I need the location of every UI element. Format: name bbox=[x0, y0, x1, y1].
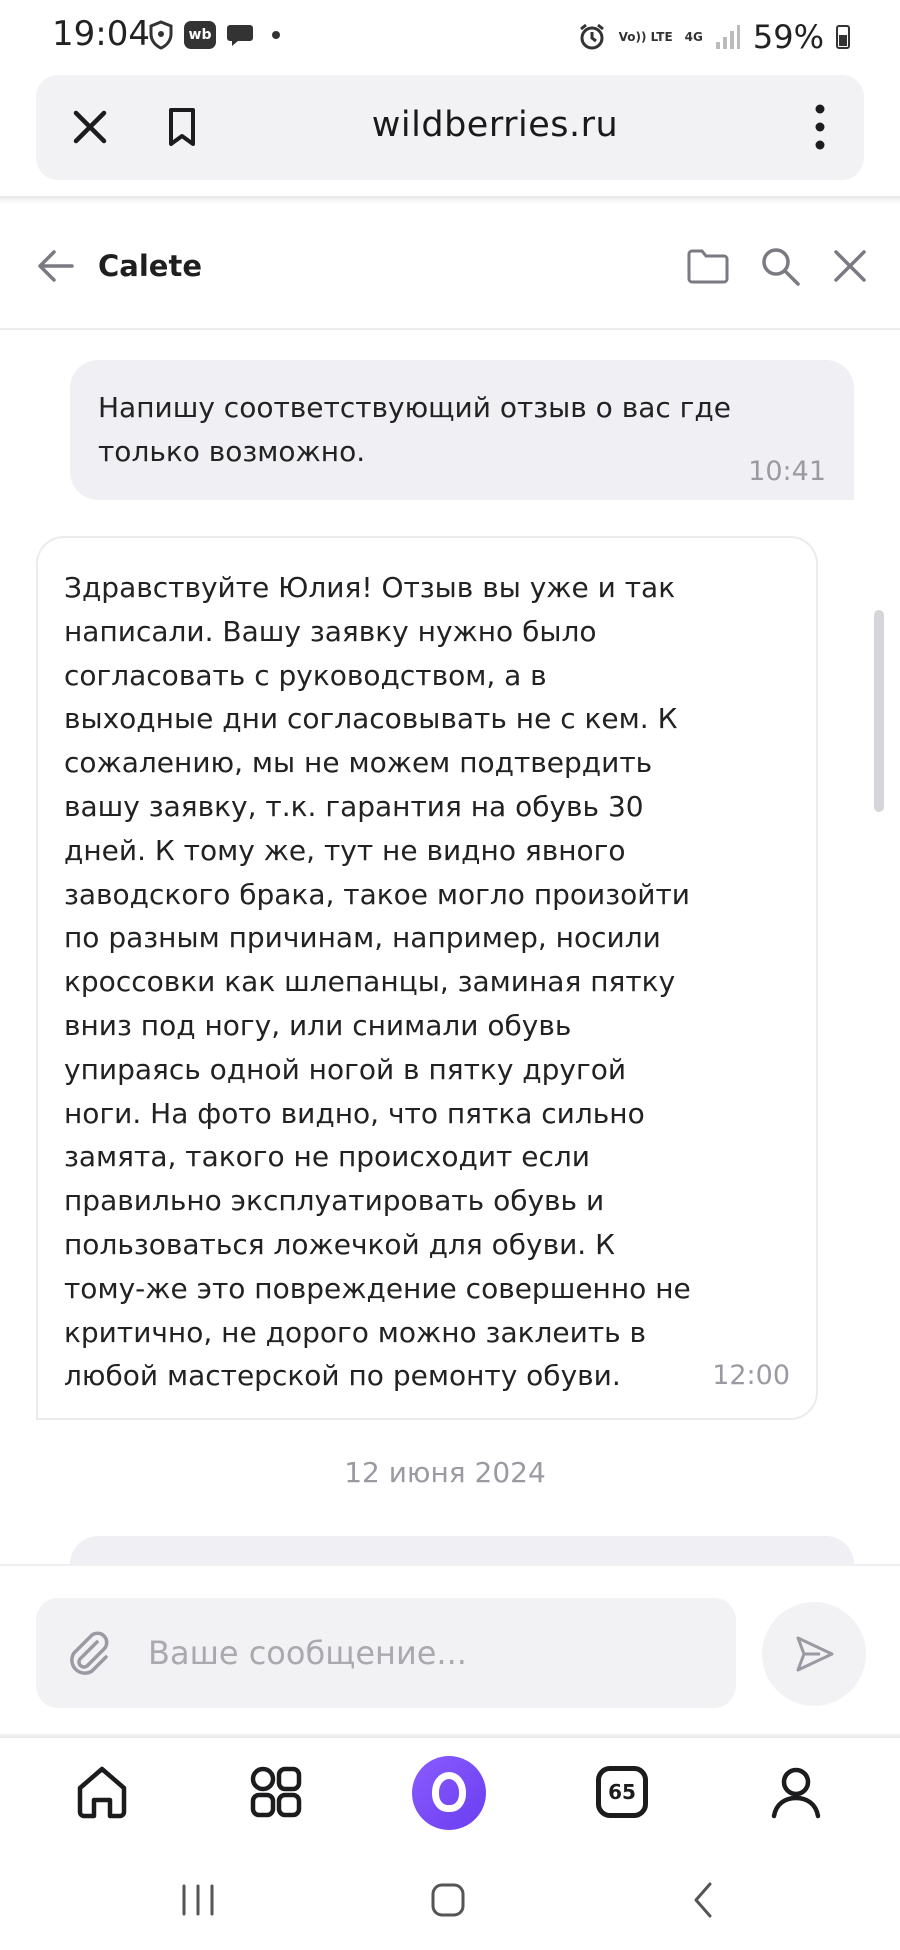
catalog-icon[interactable] bbox=[244, 1760, 308, 1824]
status-icons-right: Vo)) LTE 4G 59% bbox=[577, 18, 850, 56]
bookmark-icon[interactable] bbox=[156, 101, 208, 153]
status-icons-left: wb bbox=[148, 20, 280, 50]
back-arrow-icon[interactable] bbox=[34, 244, 78, 288]
chat-messages[interactable]: Напишу соответствующий отзыв о вас где т… bbox=[0, 332, 900, 1564]
volte-indicator: Vo)) LTE bbox=[618, 30, 673, 44]
profile-icon[interactable] bbox=[764, 1760, 828, 1824]
more-menu-icon[interactable] bbox=[810, 101, 830, 153]
home-icon[interactable] bbox=[70, 1760, 134, 1824]
message-input[interactable] bbox=[148, 1598, 708, 1708]
message-time: 12:00 bbox=[712, 1360, 790, 1391]
message-input-wrap bbox=[36, 1598, 736, 1708]
outgoing-message: Напишу соответствующий отзыв о вас где т… bbox=[70, 360, 854, 500]
basket-count: 65 bbox=[596, 1766, 648, 1818]
browser-address-bar: wildberries.ru bbox=[36, 75, 864, 180]
send-button[interactable] bbox=[762, 1602, 866, 1706]
send-icon bbox=[796, 1636, 834, 1672]
basket-icon[interactable]: 65 bbox=[590, 1760, 654, 1824]
folder-icon[interactable] bbox=[686, 246, 730, 286]
recent-apps-icon[interactable] bbox=[178, 1882, 218, 1918]
status-bar: 19:04 wb Vo)) LTE 4G 59% bbox=[0, 0, 900, 72]
close-tab-icon[interactable] bbox=[64, 101, 116, 153]
paperclip-icon[interactable] bbox=[64, 1628, 114, 1678]
system-home-icon[interactable] bbox=[428, 1880, 468, 1920]
signal-icon bbox=[715, 25, 740, 49]
wb-app-icon: wb bbox=[184, 21, 216, 49]
message-text: Напишу соответствующий отзыв о вас где т… bbox=[98, 391, 731, 468]
outgoing-message-partial bbox=[70, 1536, 854, 1564]
date-separator: 12 июня 2024 bbox=[344, 1456, 546, 1489]
message-text: Здравствуйте Юлия! Отзыв вы уже и так на… bbox=[64, 571, 691, 1393]
more-notifications-dot bbox=[272, 31, 280, 39]
chat-scrollbar[interactable] bbox=[874, 610, 884, 812]
network-type-indicator: 4G bbox=[684, 30, 703, 44]
browser-divider bbox=[0, 196, 900, 204]
message-composer bbox=[0, 1564, 900, 1738]
status-time: 19:04 bbox=[52, 14, 150, 54]
incoming-message: Здравствуйте Юлия! Отзыв вы уже и так на… bbox=[36, 536, 818, 1420]
search-icon[interactable] bbox=[758, 244, 802, 288]
battery-icon bbox=[836, 25, 850, 49]
system-navigation bbox=[0, 1850, 900, 1950]
shield-icon bbox=[149, 20, 173, 50]
chat-header: Calete bbox=[0, 204, 900, 330]
bottom-navigation: 65 bbox=[0, 1738, 900, 1850]
url-text[interactable]: wildberries.ru bbox=[236, 105, 754, 145]
battery-percent: 59% bbox=[752, 18, 824, 56]
message-time: 10:41 bbox=[748, 456, 826, 487]
close-icon[interactable] bbox=[828, 244, 872, 288]
system-back-icon[interactable] bbox=[684, 1880, 724, 1920]
alice-icon[interactable] bbox=[412, 1756, 486, 1830]
chat-title: Calete bbox=[98, 249, 202, 283]
chat-notification-icon bbox=[227, 25, 253, 46]
alarm-icon bbox=[579, 23, 604, 50]
alice-ring bbox=[432, 1772, 466, 1812]
